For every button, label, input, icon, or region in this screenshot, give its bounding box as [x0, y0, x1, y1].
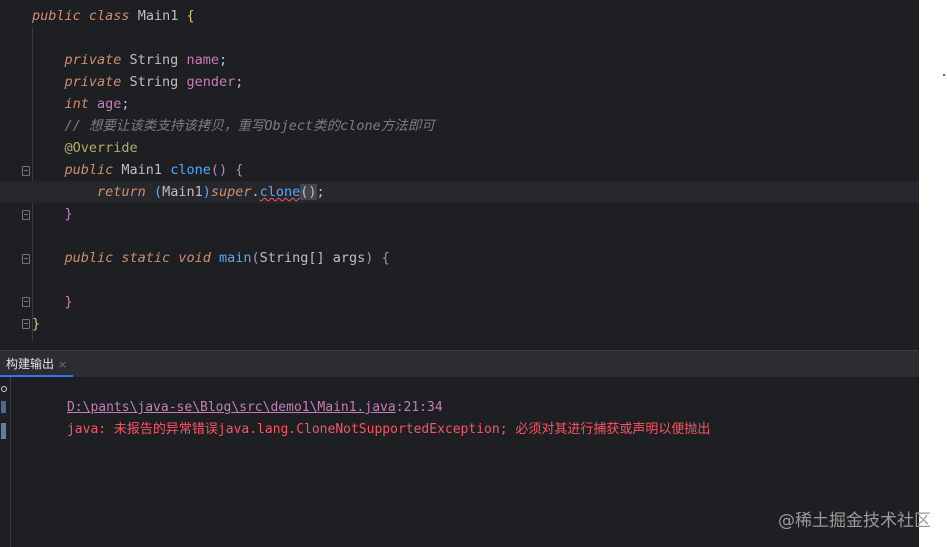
code-token: ; — [235, 74, 244, 90]
code-line-text: } — [32, 313, 40, 335]
error-message: java: 未报告的异常错误java.lang.CloneNotSupporte… — [20, 400, 710, 460]
code-token: ( — [153, 184, 163, 200]
code-token: { — [186, 8, 195, 24]
code-token: . — [251, 184, 260, 200]
watermark: @稀土掘金技术社区 — [778, 511, 931, 531]
code-token: private — [64, 74, 130, 90]
cursor-mark — [943, 74, 945, 76]
code-line[interactable]: } — [0, 203, 919, 225]
code-line-text: public Main1 clone() { — [32, 159, 244, 181]
code-token: public — [32, 8, 89, 24]
close-icon[interactable]: × — [58, 358, 67, 371]
code-token: super — [210, 184, 252, 200]
code-line-text: } — [32, 203, 73, 225]
fold-marker-icon[interactable] — [22, 210, 30, 220]
error-message-text: java: 未报告的异常错误java.lang.CloneNotSupporte… — [66, 422, 711, 437]
code-line[interactable]: } — [0, 291, 919, 313]
code-token: Main1 — [162, 184, 203, 200]
code-token: { — [235, 162, 244, 178]
code-token: { — [381, 250, 390, 266]
code-line-text: int age; — [32, 93, 130, 115]
code-token: age — [97, 96, 122, 112]
code-token: name — [186, 52, 219, 68]
code-token: () — [210, 162, 236, 178]
fold-marker-icon[interactable] — [22, 254, 30, 264]
code-token: main — [218, 250, 252, 266]
code-token: Main1 — [121, 162, 171, 178]
tool-window-side-strip — [0, 377, 11, 547]
code-token: args — [332, 250, 366, 266]
code-line[interactable] — [0, 225, 919, 247]
code-token: gender — [186, 74, 236, 90]
code-token: String[] — [259, 250, 333, 266]
fold-marker-icon[interactable] — [22, 166, 30, 176]
code-line[interactable] — [0, 27, 919, 49]
code-token: ; — [316, 184, 325, 200]
fold-marker-icon[interactable] — [22, 319, 30, 329]
code-token: return — [97, 184, 154, 200]
code-token: ; — [121, 96, 130, 112]
code-line-text: // 想要让该类支持该拷贝，重写Object类的clone方法即可 — [32, 115, 435, 137]
code-line[interactable]: int age; — [0, 93, 919, 115]
code-line-text: public static void main(String[] args) { — [32, 247, 390, 269]
code-line[interactable]: @Override — [0, 137, 919, 159]
code-token: } — [64, 206, 73, 222]
code-token: class — [88, 8, 138, 24]
code-token: ( — [251, 250, 260, 266]
code-line-text: public class Main1 { — [32, 5, 195, 27]
code-token: private — [64, 52, 130, 68]
code-token: public — [64, 162, 122, 178]
code-line[interactable]: public class Main1 { — [0, 5, 919, 27]
code-token: ) — [202, 184, 211, 200]
code-line-text: return (Main1)super.clone(); — [32, 181, 325, 203]
code-token: @Override — [64, 140, 138, 156]
selection-marker-icon — [1, 423, 6, 439]
ide-window: public class Main1 { private String name… — [0, 0, 919, 547]
code-line[interactable]: private String gender; — [0, 71, 919, 93]
code-token: ) — [365, 250, 382, 266]
code-token: // 想要让该类支持该拷贝，重写Object类的clone方法即可 — [64, 118, 435, 134]
code-line[interactable]: return (Main1)super.clone(); — [0, 181, 919, 203]
code-token: () — [300, 184, 317, 200]
code-token: clone — [259, 184, 301, 200]
code-line-text: private String name; — [32, 49, 228, 71]
code-line[interactable] — [0, 269, 919, 291]
code-line-text: private String gender; — [32, 71, 244, 93]
code-token: } — [64, 294, 73, 310]
tab-build-output[interactable]: 构建输出 × — [0, 351, 74, 377]
code-line-text: @Override — [32, 137, 138, 159]
code-token: String — [129, 52, 187, 68]
tree-marker-icon — [1, 401, 6, 413]
code-line[interactable]: // 想要让该类支持该拷贝，重写Object类的clone方法即可 — [0, 115, 919, 137]
fold-marker-icon[interactable] — [22, 297, 30, 307]
code-token: static — [121, 250, 179, 266]
code-line[interactable]: public static void main(String[] args) { — [0, 247, 919, 269]
code-token: public — [64, 250, 122, 266]
code-token: void — [178, 250, 219, 266]
code-token: String — [129, 74, 187, 90]
tab-label: 构建输出 — [6, 357, 55, 371]
code-token: ; — [218, 52, 228, 68]
code-line[interactable]: } — [0, 313, 919, 335]
code-editor[interactable]: public class Main1 { private String name… — [0, 0, 919, 350]
code-token: } — [32, 316, 41, 332]
error-node-icon[interactable] — [1, 386, 7, 392]
code-line[interactable]: private String name; — [0, 49, 919, 71]
code-token: int — [64, 96, 98, 112]
tool-window-header: 构建输出 × — [0, 351, 919, 377]
code-line[interactable]: public Main1 clone() { — [0, 159, 919, 181]
code-token: clone — [170, 162, 211, 178]
code-line-text: } — [32, 291, 73, 313]
code-token: Main1 — [137, 8, 187, 24]
